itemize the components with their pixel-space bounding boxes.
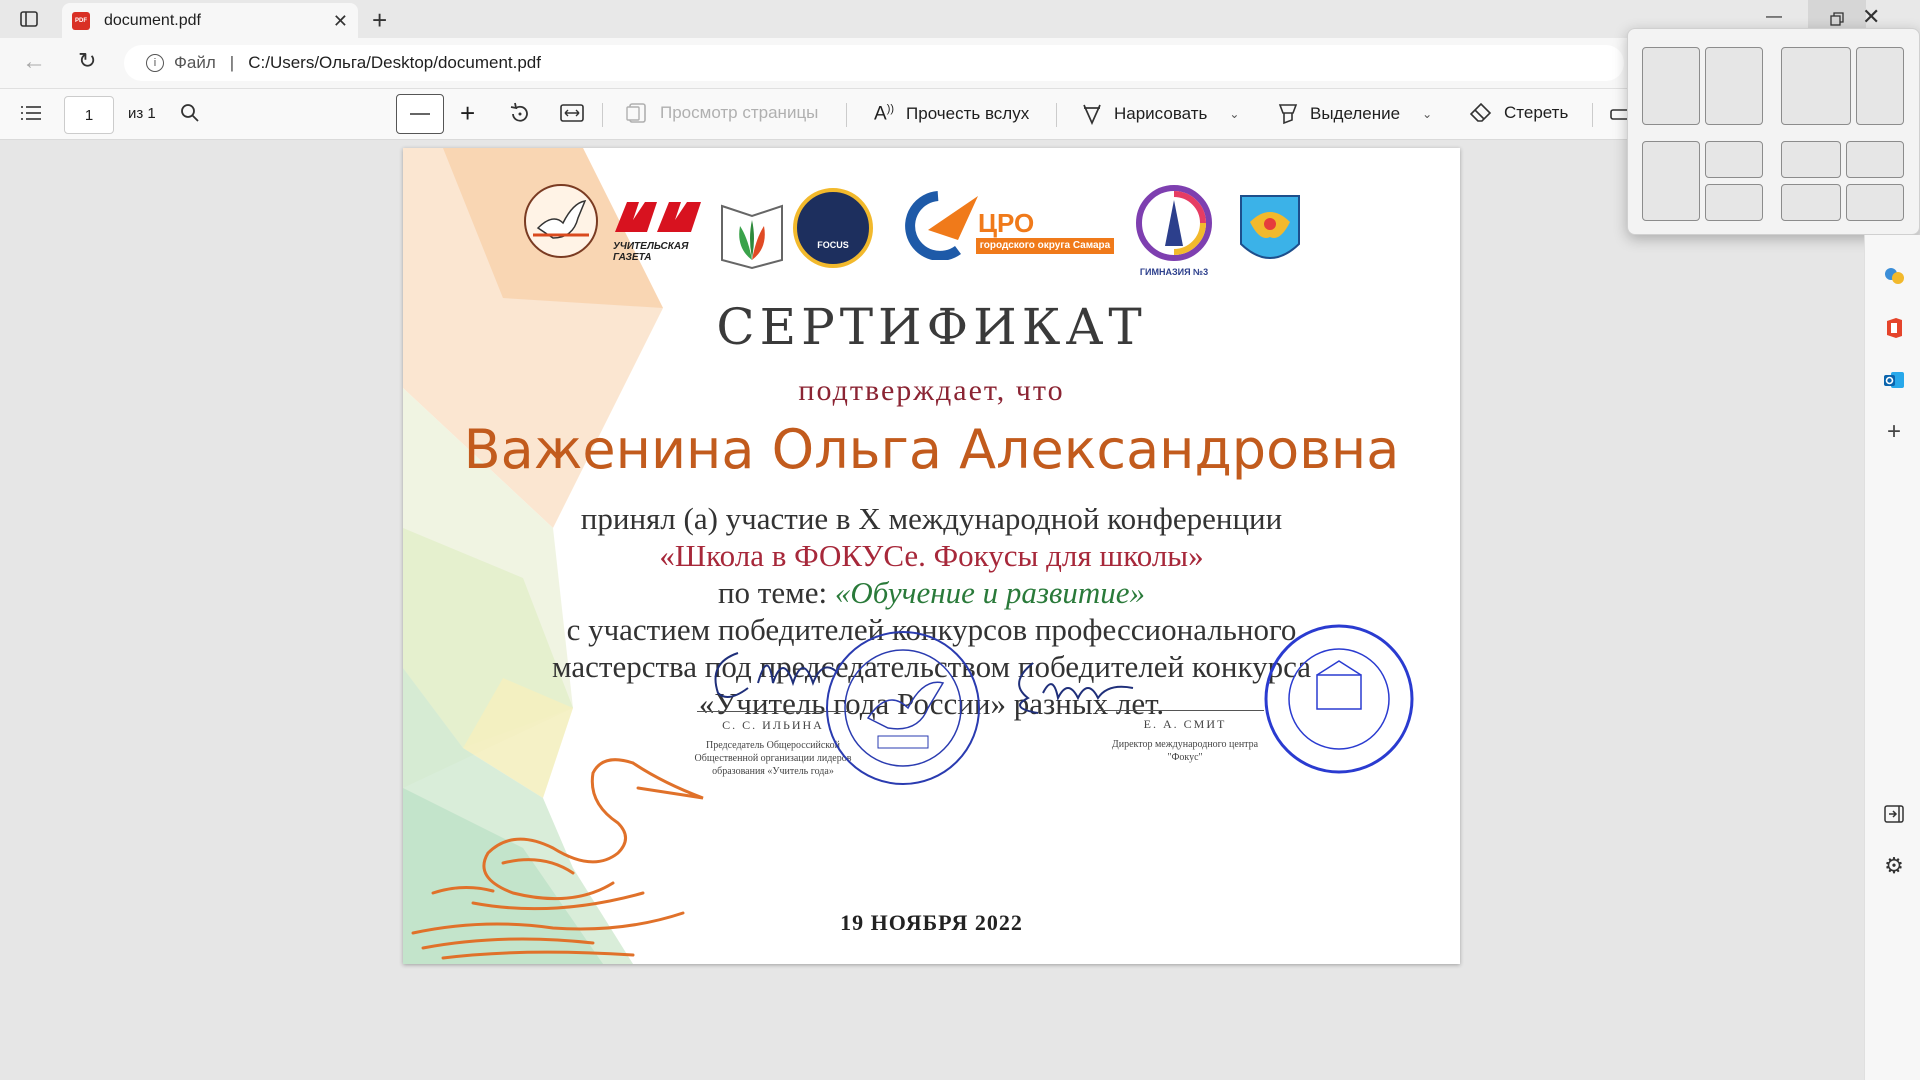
toolbar-divider xyxy=(602,103,603,127)
zoom-in-icon[interactable]: + xyxy=(460,98,475,129)
signer-2-role-line: "Фокус" xyxy=(1167,752,1203,763)
outlook-icon[interactable] xyxy=(1881,367,1907,393)
signer-2-role: Директор международного центра "Фокус" xyxy=(1100,738,1270,764)
signature-line xyxy=(1096,710,1264,711)
topic-line: по теме: «Обучение и развитие» xyxy=(403,574,1460,611)
search-icon[interactable] xyxy=(180,103,200,123)
snap-zone[interactable] xyxy=(1781,47,1851,125)
certificate-subtitle: подтверждает, что xyxy=(798,374,1065,407)
snap-zone[interactable] xyxy=(1705,47,1763,125)
zoom-out-button[interactable] xyxy=(396,94,444,134)
add-icon[interactable]: + xyxy=(1881,418,1907,445)
highlight-button[interactable]: Выделение ⌄ xyxy=(1278,103,1432,125)
teachers-newspaper-logo: УЧИТЕЛЬСКАЯ ГАЗЕТА xyxy=(613,200,703,266)
page-view-icon xyxy=(626,103,646,123)
snap-zone[interactable] xyxy=(1846,141,1904,178)
erase-button[interactable]: Стереть xyxy=(1470,103,1568,123)
highlight-label: Выделение xyxy=(1310,104,1401,123)
body-line: принял (а) участие в X международной кон… xyxy=(580,501,1283,536)
toolbar-divider xyxy=(846,103,847,127)
close-tab-icon[interactable]: ✕ xyxy=(333,11,348,32)
toolbar-divider xyxy=(1592,103,1593,127)
chevron-down-icon[interactable]: ⌄ xyxy=(1229,107,1239,121)
certificate-title: СЕРТИФИКАТ xyxy=(716,298,1147,356)
signer-2-name: Е. А. СМИТ xyxy=(1143,717,1227,731)
gymnasium-title: ГИМНАЗИЯ №3 xyxy=(1139,267,1209,277)
signer-2-role-line: Директор международного центра xyxy=(1111,739,1259,750)
tsro-subtitle: городского округа Самара xyxy=(976,238,1114,254)
toolbar-divider xyxy=(1056,103,1057,127)
seal-teacher-of-year xyxy=(826,631,980,785)
highlighter-icon xyxy=(1278,104,1298,125)
recipient-name: Важенина Ольга Александровна xyxy=(463,418,1400,481)
tsro-title: ЦРО xyxy=(978,208,1035,238)
tsro-logo: ЦРО городского округа Самара xyxy=(888,190,1114,262)
focus-centre-logo: FOCUS xyxy=(793,188,873,268)
contents-icon[interactable] xyxy=(20,104,42,122)
tab-title: document.pdf xyxy=(104,11,201,29)
topic-prefix: по теме: xyxy=(717,575,835,610)
signer-2: Е. А. СМИТ Директор международного центр… xyxy=(1100,717,1270,764)
new-tab-icon[interactable]: + xyxy=(372,5,387,36)
snap-zone[interactable] xyxy=(1856,47,1904,125)
tab-document[interactable]: PDF document.pdf ✕ xyxy=(62,3,358,38)
focus-logo-text: FOCUS xyxy=(817,240,849,250)
page-view-button[interactable]: Просмотр страницы xyxy=(626,103,818,123)
conference-name: «Школа в ФОКУСе. Фокусы для школы» xyxy=(659,538,1204,573)
restore-icon xyxy=(1830,12,1844,26)
logos-row: УЧИТЕЛЬСКАЯ ГАЗЕТА FOCUS ЦРО городского … xyxy=(513,168,1413,278)
office-icon[interactable] xyxy=(1881,315,1907,341)
hide-sidebar-icon[interactable] xyxy=(1881,801,1907,827)
reload-icon[interactable]: ↻ xyxy=(78,48,96,74)
back-icon[interactable]: ← xyxy=(22,48,46,76)
chevron-down-icon[interactable]: ⌄ xyxy=(1422,107,1432,121)
close-window-icon[interactable]: ✕ xyxy=(1862,4,1880,30)
snap-layouts-flyout xyxy=(1627,28,1920,235)
snap-zone[interactable] xyxy=(1781,141,1841,178)
edge-sidebar: + ⚙ xyxy=(1864,235,1920,1080)
info-icon[interactable]: i xyxy=(146,54,164,72)
settings-icon[interactable]: ⚙ xyxy=(1881,853,1907,879)
draw-label: Нарисовать xyxy=(1114,104,1208,123)
url-text[interactable]: C:/Users/Ольга/Desktop/document.pdf xyxy=(248,53,541,73)
seal-focus xyxy=(1264,624,1414,774)
erase-label: Стереть xyxy=(1504,103,1569,122)
tab-actions-icon[interactable] xyxy=(18,9,40,29)
fit-width-icon[interactable] xyxy=(560,104,584,122)
url-field[interactable]: i Файл | C:/Users/Ольга/Desktop/document… xyxy=(124,45,1740,81)
snap-zone[interactable] xyxy=(1705,184,1763,221)
snap-zone[interactable] xyxy=(1642,47,1700,125)
contest-logo xyxy=(1240,195,1300,259)
draw-button[interactable]: Нарисовать ⌄ xyxy=(1082,103,1239,125)
newspaper-title: УЧИТЕЛЬСКАЯ ГАЗЕТА xyxy=(613,241,689,263)
snap-zone[interactable] xyxy=(1705,141,1763,178)
rotate-icon[interactable] xyxy=(508,102,532,126)
teacher-of-year-logo xyxy=(524,184,598,258)
snap-zone[interactable] xyxy=(1781,184,1841,221)
site-label: Файл xyxy=(174,53,216,72)
union-logo xyxy=(721,204,783,270)
draw-icon xyxy=(1083,104,1101,125)
certificate-date: 19 НОЯБРЯ 2022 xyxy=(840,910,1023,935)
read-aloud-button[interactable]: A)) Прочесть вслух xyxy=(874,103,1029,125)
read-aloud-icon: A)) xyxy=(874,103,895,125)
snap-zone[interactable] xyxy=(1846,184,1904,221)
signature-smit xyxy=(1018,662,1134,714)
page-number-input[interactable]: 1 xyxy=(64,96,114,134)
page-view-label: Просмотр страницы xyxy=(660,103,819,122)
minimize-icon[interactable]: ― xyxy=(1766,8,1782,26)
games-icon[interactable] xyxy=(1881,263,1907,289)
read-aloud-label: Прочесть вслух xyxy=(906,104,1030,124)
eraser-icon xyxy=(1470,103,1492,122)
minus-icon xyxy=(410,113,430,115)
page-total: из 1 xyxy=(128,105,156,122)
divider: | xyxy=(229,53,235,72)
topic-name: «Обучение и развитие» xyxy=(834,575,1146,610)
snap-zone[interactable] xyxy=(1642,141,1700,221)
pdf-file-icon: PDF xyxy=(72,11,90,30)
pdf-page: УЧИТЕЛЬСКАЯ ГАЗЕТА FOCUS ЦРО городского … xyxy=(403,148,1460,964)
gymnasium-logo: ГИМНАЗИЯ №3 xyxy=(1133,184,1215,278)
